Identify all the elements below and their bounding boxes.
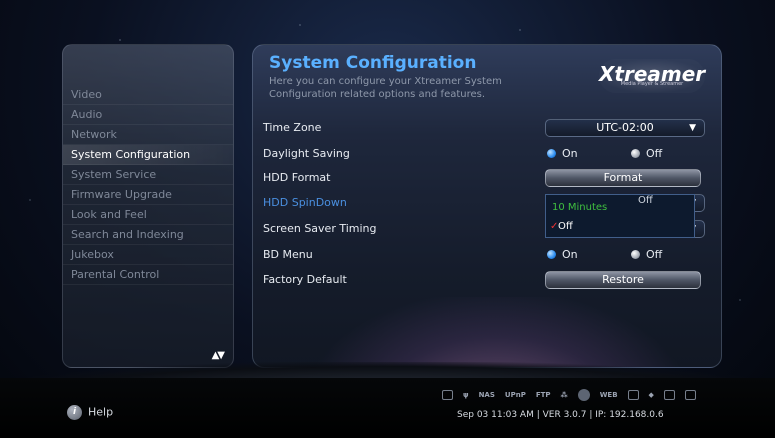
row-hdd-format: HDD Format Format: [253, 169, 721, 189]
time-zone-select[interactable]: UTC-02:00 ▼: [545, 119, 705, 137]
web-icon: WEB: [599, 391, 618, 399]
daylight-saving-off-radio[interactable]: Off: [631, 147, 662, 160]
sidebar-item-audio[interactable]: Audio: [63, 105, 233, 125]
brand-tagline: Media Player & Streamer: [620, 81, 684, 87]
sidebar-item-system-configuration[interactable]: System Configuration: [63, 145, 233, 165]
dropdown-ghost-text: Off: [638, 195, 653, 206]
radio-selected-icon: [547, 250, 556, 259]
bd-menu-off-radio[interactable]: Off: [631, 248, 662, 261]
bd-menu-off-label: Off: [646, 248, 663, 261]
factory-default-label: Factory Default: [263, 273, 347, 286]
network-icon: ⁂: [560, 391, 568, 399]
row-bd-menu: BD Menu On Off: [253, 246, 721, 266]
bd-menu-on-radio[interactable]: On: [547, 248, 578, 261]
sd-card-icon: [684, 390, 696, 400]
radio-selected-icon: [547, 149, 556, 158]
dropdown-option-off[interactable]: Off: [558, 221, 573, 232]
bd-menu-on-label: On: [562, 248, 578, 261]
format-button[interactable]: Format: [545, 169, 701, 187]
sidebar-item-parental-control[interactable]: Parental Control: [63, 265, 233, 285]
time-zone-value: UTC-02:00: [596, 121, 654, 134]
daylight-saving-label: Daylight Saving: [263, 147, 350, 160]
sidebar-item-firmware-upgrade[interactable]: Firmware Upgrade: [63, 185, 233, 205]
screen-icon: [627, 390, 639, 400]
sidebar-item-video[interactable]: Video: [63, 85, 233, 105]
scroll-arrows-icon[interactable]: ▲▼: [212, 350, 225, 361]
system-configuration-panel: System Configuration Here you can config…: [252, 44, 722, 368]
dropdown-option-10-minutes[interactable]: 10 Minutes: [552, 202, 607, 213]
row-factory-default: Factory Default Restore: [253, 271, 721, 291]
dropdown-arrow-icon: ▼: [689, 123, 696, 133]
row-daylight-saving: Daylight Saving On Off: [253, 145, 721, 165]
screen-saver-timing-label: Screen Saver Timing: [263, 222, 377, 235]
help-button[interactable]: i Help: [67, 405, 113, 420]
row-time-zone: Time Zone UTC-02:00 ▼: [253, 119, 721, 139]
nas-icon: NAS: [478, 391, 495, 399]
help-label: Help: [88, 405, 114, 419]
brand-logo: Xtreamer Media Player & Streamer: [599, 59, 705, 93]
upnp-icon: UPnP: [504, 391, 526, 399]
panel-glow: [313, 297, 681, 367]
daylight-saving-on-label: On: [562, 147, 578, 160]
wifi-icon: [577, 389, 590, 401]
bottom-status-bar: [0, 378, 775, 438]
bd-menu-label: BD Menu: [263, 248, 313, 261]
page-subtitle-line-1: Here you can configure your Xtreamer Sys…: [269, 76, 502, 87]
page-title: System Configuration: [269, 53, 477, 73]
sidebar-item-search-and-indexing[interactable]: Search and Indexing: [63, 225, 233, 245]
info-icon: i: [67, 405, 82, 420]
radio-unselected-icon: [631, 149, 640, 158]
ftp-icon: FTP: [535, 391, 551, 399]
hdd-spindown-dropdown-list: Off 10 Minutes Off ✓: [545, 194, 695, 238]
disc-icon: ◆: [648, 391, 654, 399]
sidebar-item-look-and-feel[interactable]: Look and Feel: [63, 205, 233, 225]
time-zone-label: Time Zone: [263, 121, 322, 134]
daylight-saving-on-radio[interactable]: On: [547, 147, 578, 160]
panel-header: System Configuration Here you can config…: [269, 53, 502, 101]
sidebar-item-network[interactable]: Network: [63, 125, 233, 145]
card-icon: [442, 390, 453, 400]
status-text: Sep 03 11:03 AM | VER 3.0.7 | IP: 192.16…: [457, 410, 664, 420]
settings-sidebar: Video Audio Network System Configuration…: [62, 44, 234, 368]
restore-button[interactable]: Restore: [545, 271, 701, 289]
status-icons: ψ NAS UPnP FTP ⁂ WEB ◆: [442, 388, 696, 402]
sidebar-item-jukebox[interactable]: Jukebox: [63, 245, 233, 265]
usb-icon: ψ: [463, 391, 469, 399]
cursor-check-icon: ✓: [550, 221, 559, 232]
sidebar-menu: Video Audio Network System Configuration…: [63, 85, 233, 285]
hdd-spindown-label: HDD SpinDown: [263, 196, 347, 209]
radio-unselected-icon: [631, 250, 640, 259]
page-subtitle-line-2: Configuration related options and featur…: [269, 89, 486, 100]
hdd-format-label: HDD Format: [263, 171, 331, 184]
sidebar-item-system-service[interactable]: System Service: [63, 165, 233, 185]
daylight-saving-off-label: Off: [646, 147, 663, 160]
hdd-icon: [663, 390, 675, 400]
